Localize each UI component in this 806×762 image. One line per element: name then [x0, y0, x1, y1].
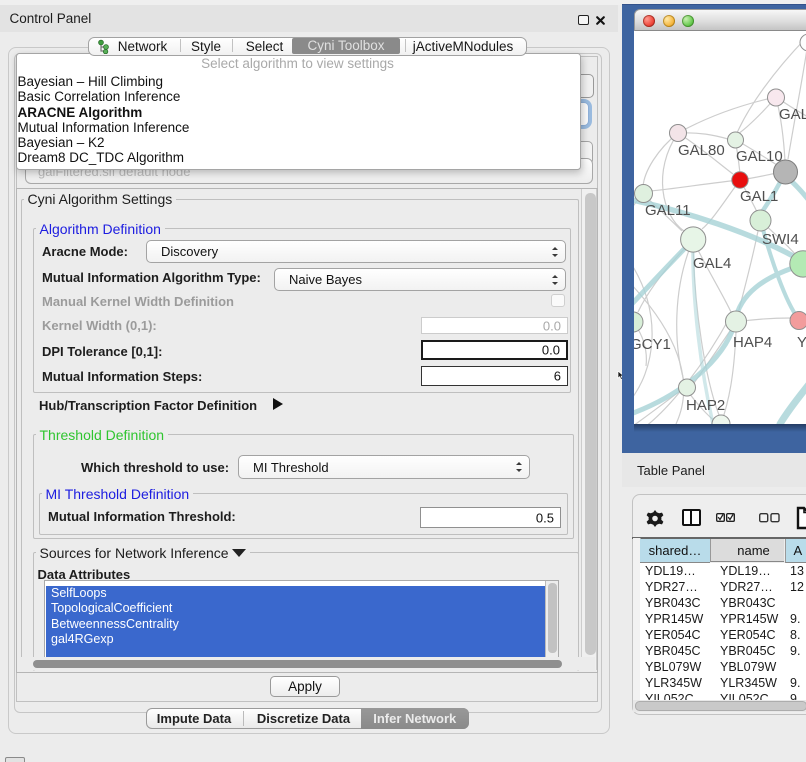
- svg-text:GAL: GAL: [779, 106, 806, 123]
- svg-text:GAL80: GAL80: [678, 142, 725, 159]
- svg-text:HAP4: HAP4: [733, 334, 772, 351]
- svg-text:HAP2: HAP2: [686, 397, 725, 414]
- svg-text:GCY1: GCY1: [634, 336, 671, 353]
- svg-text:Y: Y: [797, 334, 806, 351]
- svg-text:GAL4: GAL4: [693, 255, 731, 272]
- svg-text:GAL10: GAL10: [736, 148, 783, 165]
- svg-text:GAL1: GAL1: [740, 188, 778, 205]
- svg-text:SWI4: SWI4: [762, 231, 799, 248]
- svg-text:GAL11: GAL11: [645, 202, 691, 219]
